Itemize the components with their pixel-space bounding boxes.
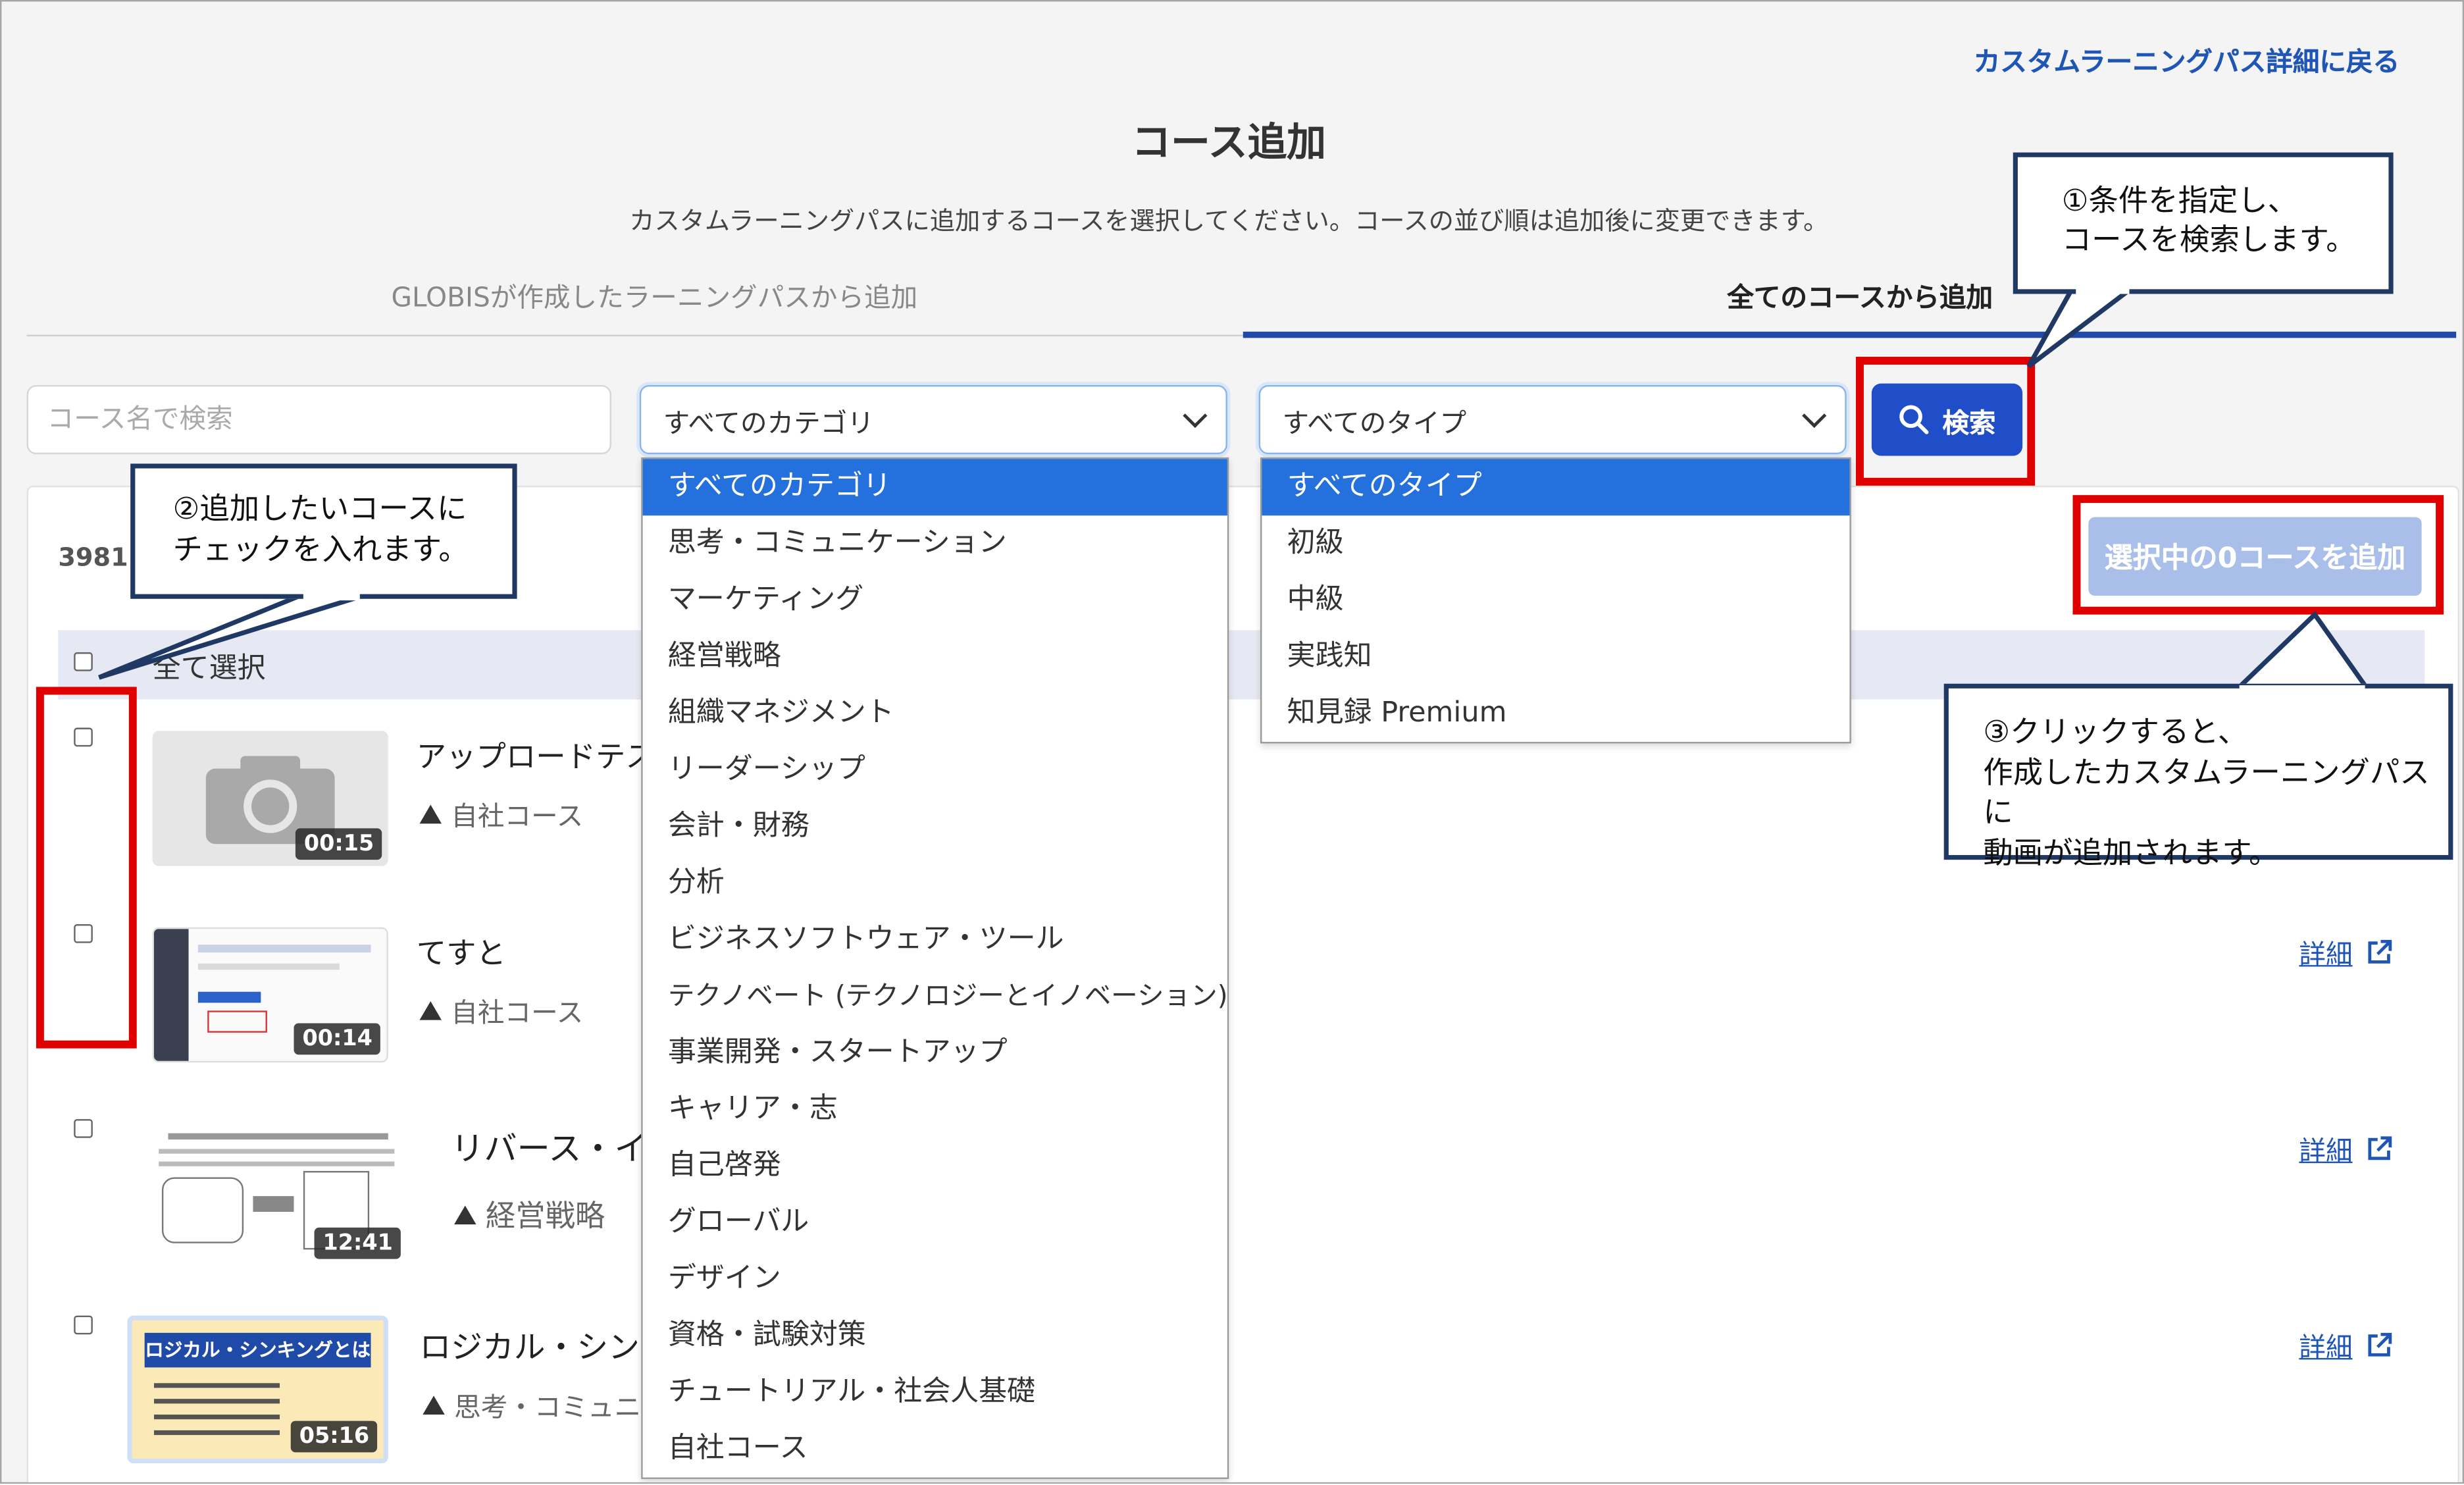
screen: カスタムラーニングパス詳細に戻る コース追加 カスタムラーニングパスに追加するコ…: [0, 0, 2464, 1484]
callout-step1: ①条件を指定し、 コースを検索します。: [2013, 152, 2394, 294]
callout-step2: ②追加したいコースに チェックを入れます。: [130, 463, 517, 599]
callout-step3: ③クリックすると、 作成したカスタムラーニングパスに 動画が追加されます。: [1943, 683, 2453, 871]
